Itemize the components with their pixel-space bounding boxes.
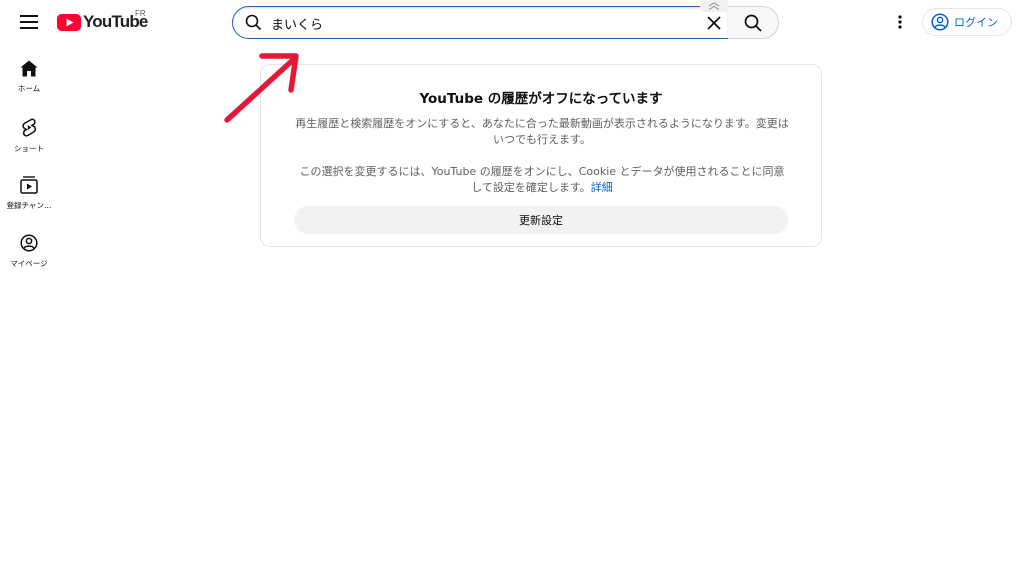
country-code: FR: [135, 9, 146, 18]
shorts-icon: [22, 118, 37, 137]
search-button[interactable]: [728, 6, 779, 39]
learn-more-link[interactable]: 詳細: [591, 181, 613, 194]
clear-search-button[interactable]: [701, 10, 727, 36]
hamburger-menu-icon: [20, 15, 38, 29]
sidebar-item-shorts[interactable]: ショート: [0, 110, 58, 168]
card-description: 再生履歴と検索履歴をオンにすると、あなたに合った最新動画が表示されるようになりま…: [295, 117, 789, 146]
card-instructions: この選択を変更するには、YouTube の履歴をオンにし、Cookie とデータ…: [295, 164, 789, 196]
scroll-up-handle[interactable]: [700, 0, 728, 12]
account-circle-icon: [931, 13, 949, 31]
update-settings-button[interactable]: 更新設定: [294, 206, 788, 234]
login-button[interactable]: ログイン: [922, 8, 1012, 36]
close-icon: [707, 16, 721, 30]
search-icon: [744, 14, 762, 32]
masthead: YouTube FR まいくら ログイン: [0, 0, 1024, 44]
mini-guide-sidebar: ホーム ショート 登録チャン… マイページ: [0, 52, 58, 284]
card-title: YouTube の履歴がオフになっています: [419, 91, 663, 107]
sidebar-item-you[interactable]: マイページ: [0, 226, 58, 284]
settings-more-button[interactable]: [888, 10, 912, 34]
double-chevron-up-icon: [708, 2, 720, 10]
login-label: ログイン: [954, 16, 998, 29]
you-icon: [20, 234, 38, 252]
search-input[interactable]: [271, 11, 691, 35]
sidebar-item-label: マイページ: [10, 259, 48, 268]
guide-menu-button[interactable]: [14, 8, 44, 36]
sidebar-item-subscriptions[interactable]: 登録チャン…: [0, 168, 58, 226]
youtube-play-logo-icon: [57, 13, 81, 31]
red-arrow-annotation-icon: [224, 53, 299, 123]
youtube-logo[interactable]: YouTube: [57, 12, 148, 32]
search-icon: [245, 14, 262, 35]
subscriptions-icon: [20, 176, 38, 194]
sidebar-item-label: 登録チャン…: [6, 201, 52, 210]
sidebar-item-home[interactable]: ホーム: [0, 52, 58, 110]
more-vertical-icon: [898, 15, 902, 29]
home-icon: [20, 60, 38, 77]
sidebar-item-label: ショート: [14, 144, 44, 153]
history-off-card: YouTube の履歴がオフになっています 再生履歴と検索履歴をオンにすると、あ…: [260, 64, 822, 247]
sidebar-item-label: ホーム: [17, 84, 41, 93]
search-box[interactable]: [232, 6, 729, 39]
card-instructions-text: この選択を変更するには、YouTube の履歴をオンにし、Cookie とデータ…: [299, 165, 785, 194]
